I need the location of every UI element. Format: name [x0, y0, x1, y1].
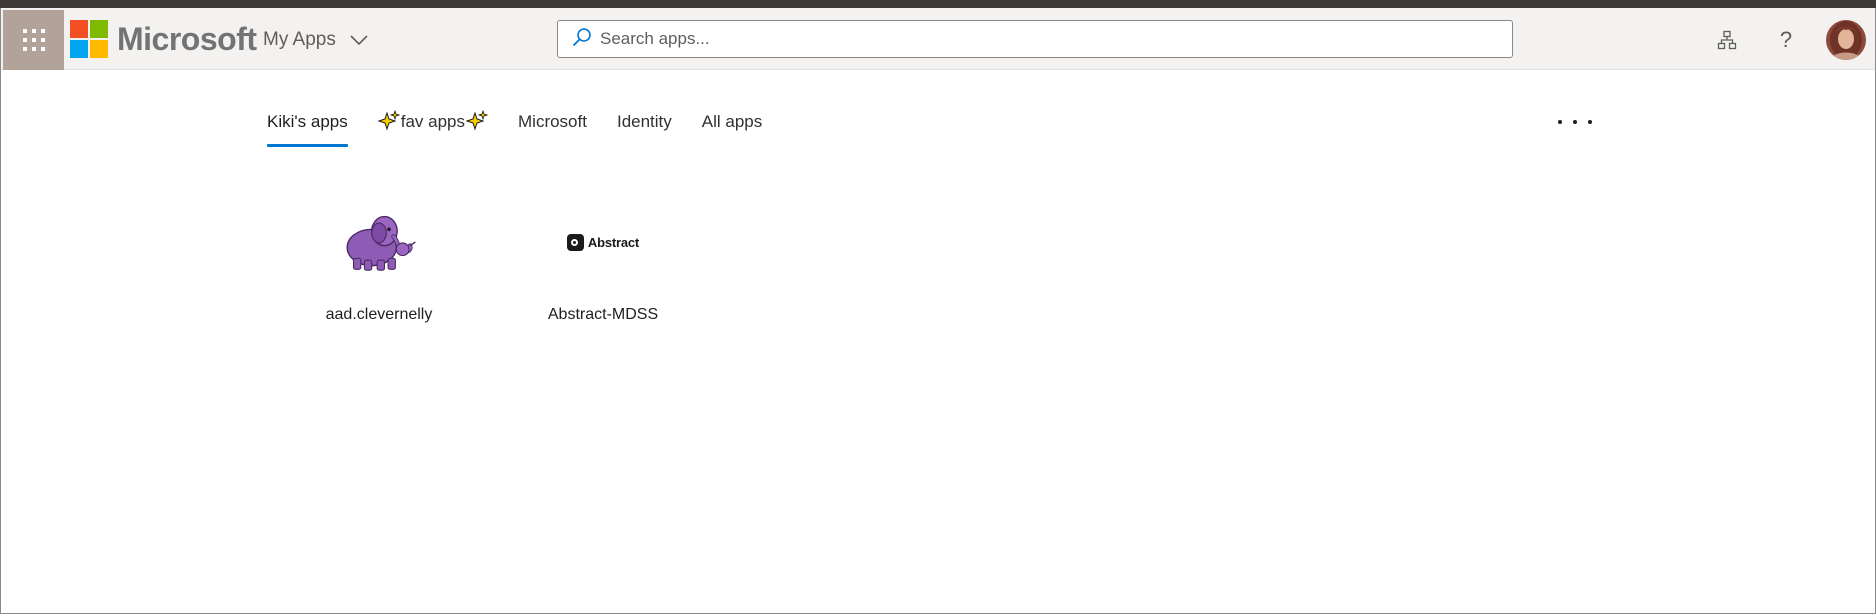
tab-label: Kiki's apps	[267, 112, 348, 131]
tab-label: All apps	[701, 112, 763, 131]
org-chart-icon[interactable]	[1714, 27, 1740, 53]
chevron-down-icon	[350, 34, 368, 46]
search-icon	[572, 27, 592, 52]
purple-elephant-icon	[339, 202, 419, 282]
app-launcher-button[interactable]	[3, 10, 64, 70]
app-tile-label: Abstract-MDSS	[547, 306, 659, 323]
tab-kikis-apps[interactable]: Kiki's apps	[267, 110, 348, 148]
tab-label: fav apps	[400, 112, 465, 131]
app-tile-label: aad.clevernelly	[325, 306, 433, 323]
abstract-logo: Abstract	[563, 202, 643, 282]
tab-label: Microsoft	[518, 112, 587, 131]
sparkles-icon	[465, 109, 489, 132]
app-tile-abstract-mdss[interactable]: Abstract Abstract-MDSS	[523, 202, 683, 332]
search-input[interactable]	[600, 29, 1480, 49]
tab-all-apps[interactable]: All apps	[702, 110, 762, 148]
abstract-wordmark: Abstract	[587, 234, 640, 250]
tab-label: Identity	[616, 112, 672, 131]
app-launcher-icon	[22, 29, 45, 51]
avatar[interactable]	[1826, 20, 1866, 60]
tab-fav-apps[interactable]: fav apps	[377, 109, 489, 148]
help-icon[interactable]: ?	[1773, 27, 1799, 53]
sparkles-icon	[377, 109, 400, 132]
app-switcher-label: My Apps	[263, 29, 336, 50]
brand-name: Microsoft	[117, 21, 257, 57]
abstract-mark-icon	[566, 233, 584, 251]
app-switcher-dropdown[interactable]: My Apps	[263, 28, 368, 52]
search-box[interactable]	[557, 20, 1513, 58]
more-horizontal-icon[interactable]	[1558, 112, 1592, 132]
app-tile-aad-clevernelly[interactable]: aad.clevernelly	[299, 202, 459, 332]
window-frame	[0, 0, 1876, 614]
tab-microsoft[interactable]: Microsoft	[518, 110, 587, 148]
microsoft-logo-icon	[70, 20, 108, 58]
window-top-strip	[0, 0, 1876, 8]
app-collections-tabs: Kiki's apps fav apps Microsoft Identity …	[267, 109, 792, 150]
top-header: Microsoft My Apps ?	[1, 8, 1875, 70]
tab-identity[interactable]: Identity	[617, 110, 672, 148]
